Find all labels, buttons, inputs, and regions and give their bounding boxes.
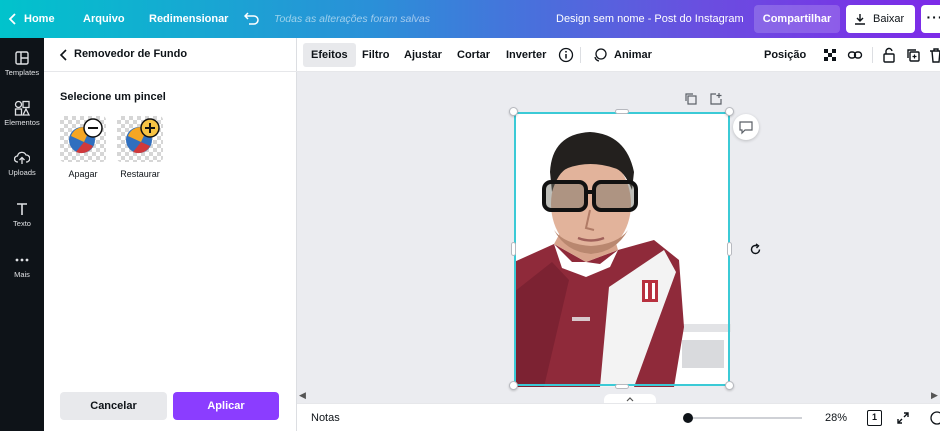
rail-label-templates: Templates <box>4 68 40 77</box>
resize-handle-bottom[interactable] <box>615 384 629 389</box>
canvas-area: ◀ ▶ <box>297 72 940 406</box>
scroll-right-arrow[interactable]: ▶ <box>931 390 938 401</box>
erase-brush-option[interactable] <box>60 116 106 162</box>
selection-frame <box>514 112 730 386</box>
flip-button[interactable]: Inverter <box>498 43 554 67</box>
save-status: Todas as alterações foram salvas <box>274 13 431 25</box>
zoom-value[interactable]: 28% <box>825 412 847 424</box>
notes-button[interactable]: Notas <box>311 412 340 424</box>
scroll-left-arrow[interactable]: ◀ <box>299 390 306 401</box>
rail-item-uploads[interactable]: Uploads <box>0 150 44 177</box>
position-button[interactable]: Posição <box>756 43 814 67</box>
image-toolbar: Efeitos Filtro Ajustar Cortar Inverter A… <box>297 38 940 72</box>
comment-icon <box>739 121 753 135</box>
background-remover-panel: Removedor de Fundo Selecione um pincel A… <box>44 38 297 431</box>
filter-button[interactable]: Filtro <box>354 43 398 67</box>
top-bar: Home Arquivo Redimensionar Todas as alte… <box>0 0 940 38</box>
panel-title: Removedor de Fundo <box>74 48 188 60</box>
animate-button[interactable]: Animar <box>606 43 660 67</box>
crop-button[interactable]: Cortar <box>449 43 498 67</box>
resize-handle-left[interactable] <box>511 242 516 256</box>
undo-icon[interactable] <box>243 11 260 28</box>
add-page-icon[interactable] <box>709 92 723 106</box>
rail-item-more[interactable]: Mais <box>0 252 44 279</box>
design-title[interactable]: Design sem nome - Post do Instagram <box>556 0 744 38</box>
restore-brush-label: Restaurar <box>120 169 160 179</box>
trash-icon[interactable] <box>928 47 940 63</box>
rail-label-uploads: Uploads <box>8 168 36 177</box>
brush-section-title: Selecione um pincel <box>60 91 166 103</box>
resize-handle-top-left[interactable] <box>509 107 518 116</box>
rotate-icon[interactable] <box>749 243 762 256</box>
elements-icon <box>14 100 30 116</box>
chevron-left-icon <box>8 13 16 25</box>
share-button[interactable]: Compartilhar <box>754 5 840 33</box>
rail-item-text[interactable]: Texto <box>0 201 44 228</box>
resize-handle-bottom-left[interactable] <box>509 381 518 390</box>
more-dots-icon <box>15 258 29 262</box>
back-arrow-icon[interactable] <box>58 48 70 62</box>
left-rail: Templates Elementos Uploads Texto Mais <box>0 38 44 431</box>
erase-brush-icon <box>69 118 103 154</box>
resize-handle-top[interactable] <box>615 109 629 114</box>
resize-handle-bottom-right[interactable] <box>725 381 734 390</box>
resize-menu[interactable]: Redimensionar <box>149 0 228 38</box>
home-button[interactable]: Home <box>8 0 55 38</box>
more-options-button[interactable]: ··· <box>921 5 940 33</box>
page-count-button[interactable]: 1 <box>867 410 882 426</box>
file-menu[interactable]: Arquivo <box>83 0 125 38</box>
link-icon[interactable] <box>847 47 863 63</box>
adjust-button[interactable]: Ajustar <box>396 43 450 67</box>
home-label: Home <box>24 13 55 25</box>
chevron-up-icon <box>626 397 634 402</box>
download-icon <box>855 14 865 25</box>
upload-icon <box>14 151 30 164</box>
toolbar-divider <box>872 47 873 63</box>
text-icon <box>17 203 27 215</box>
templates-icon <box>15 51 29 65</box>
copy-page-icon[interactable] <box>684 92 698 106</box>
zoom-slider-thumb[interactable] <box>683 413 693 423</box>
rail-label-text: Texto <box>13 219 31 228</box>
rail-item-elements[interactable]: Elementos <box>0 100 44 127</box>
fullscreen-icon[interactable] <box>896 411 910 425</box>
toolbar-divider <box>580 47 581 63</box>
apply-button[interactable]: Aplicar <box>173 392 279 420</box>
resize-handle-right[interactable] <box>727 242 732 256</box>
lock-icon[interactable] <box>881 47 897 63</box>
help-icon[interactable] <box>930 411 940 425</box>
bottom-bar: Notas 28% 1 <box>297 403 940 431</box>
restore-brush-option[interactable] <box>117 116 163 162</box>
comment-button[interactable] <box>733 114 759 140</box>
transparency-icon[interactable] <box>822 47 838 63</box>
info-icon[interactable] <box>558 47 574 63</box>
restore-brush-icon <box>126 118 160 154</box>
download-button[interactable]: Baixar <box>846 5 915 33</box>
zoom-slider-track[interactable] <box>687 417 802 419</box>
cancel-button[interactable]: Cancelar <box>60 392 167 420</box>
duplicate-icon[interactable] <box>905 47 921 63</box>
rail-item-templates[interactable]: Templates <box>0 50 44 77</box>
rail-label-more: Mais <box>14 270 30 279</box>
rail-label-elements: Elementos <box>4 118 40 127</box>
download-label: Baixar <box>873 13 905 25</box>
erase-brush-label: Apagar <box>68 169 98 179</box>
panel-header: Removedor de Fundo <box>44 38 297 72</box>
effects-button[interactable]: Efeitos <box>303 43 356 67</box>
